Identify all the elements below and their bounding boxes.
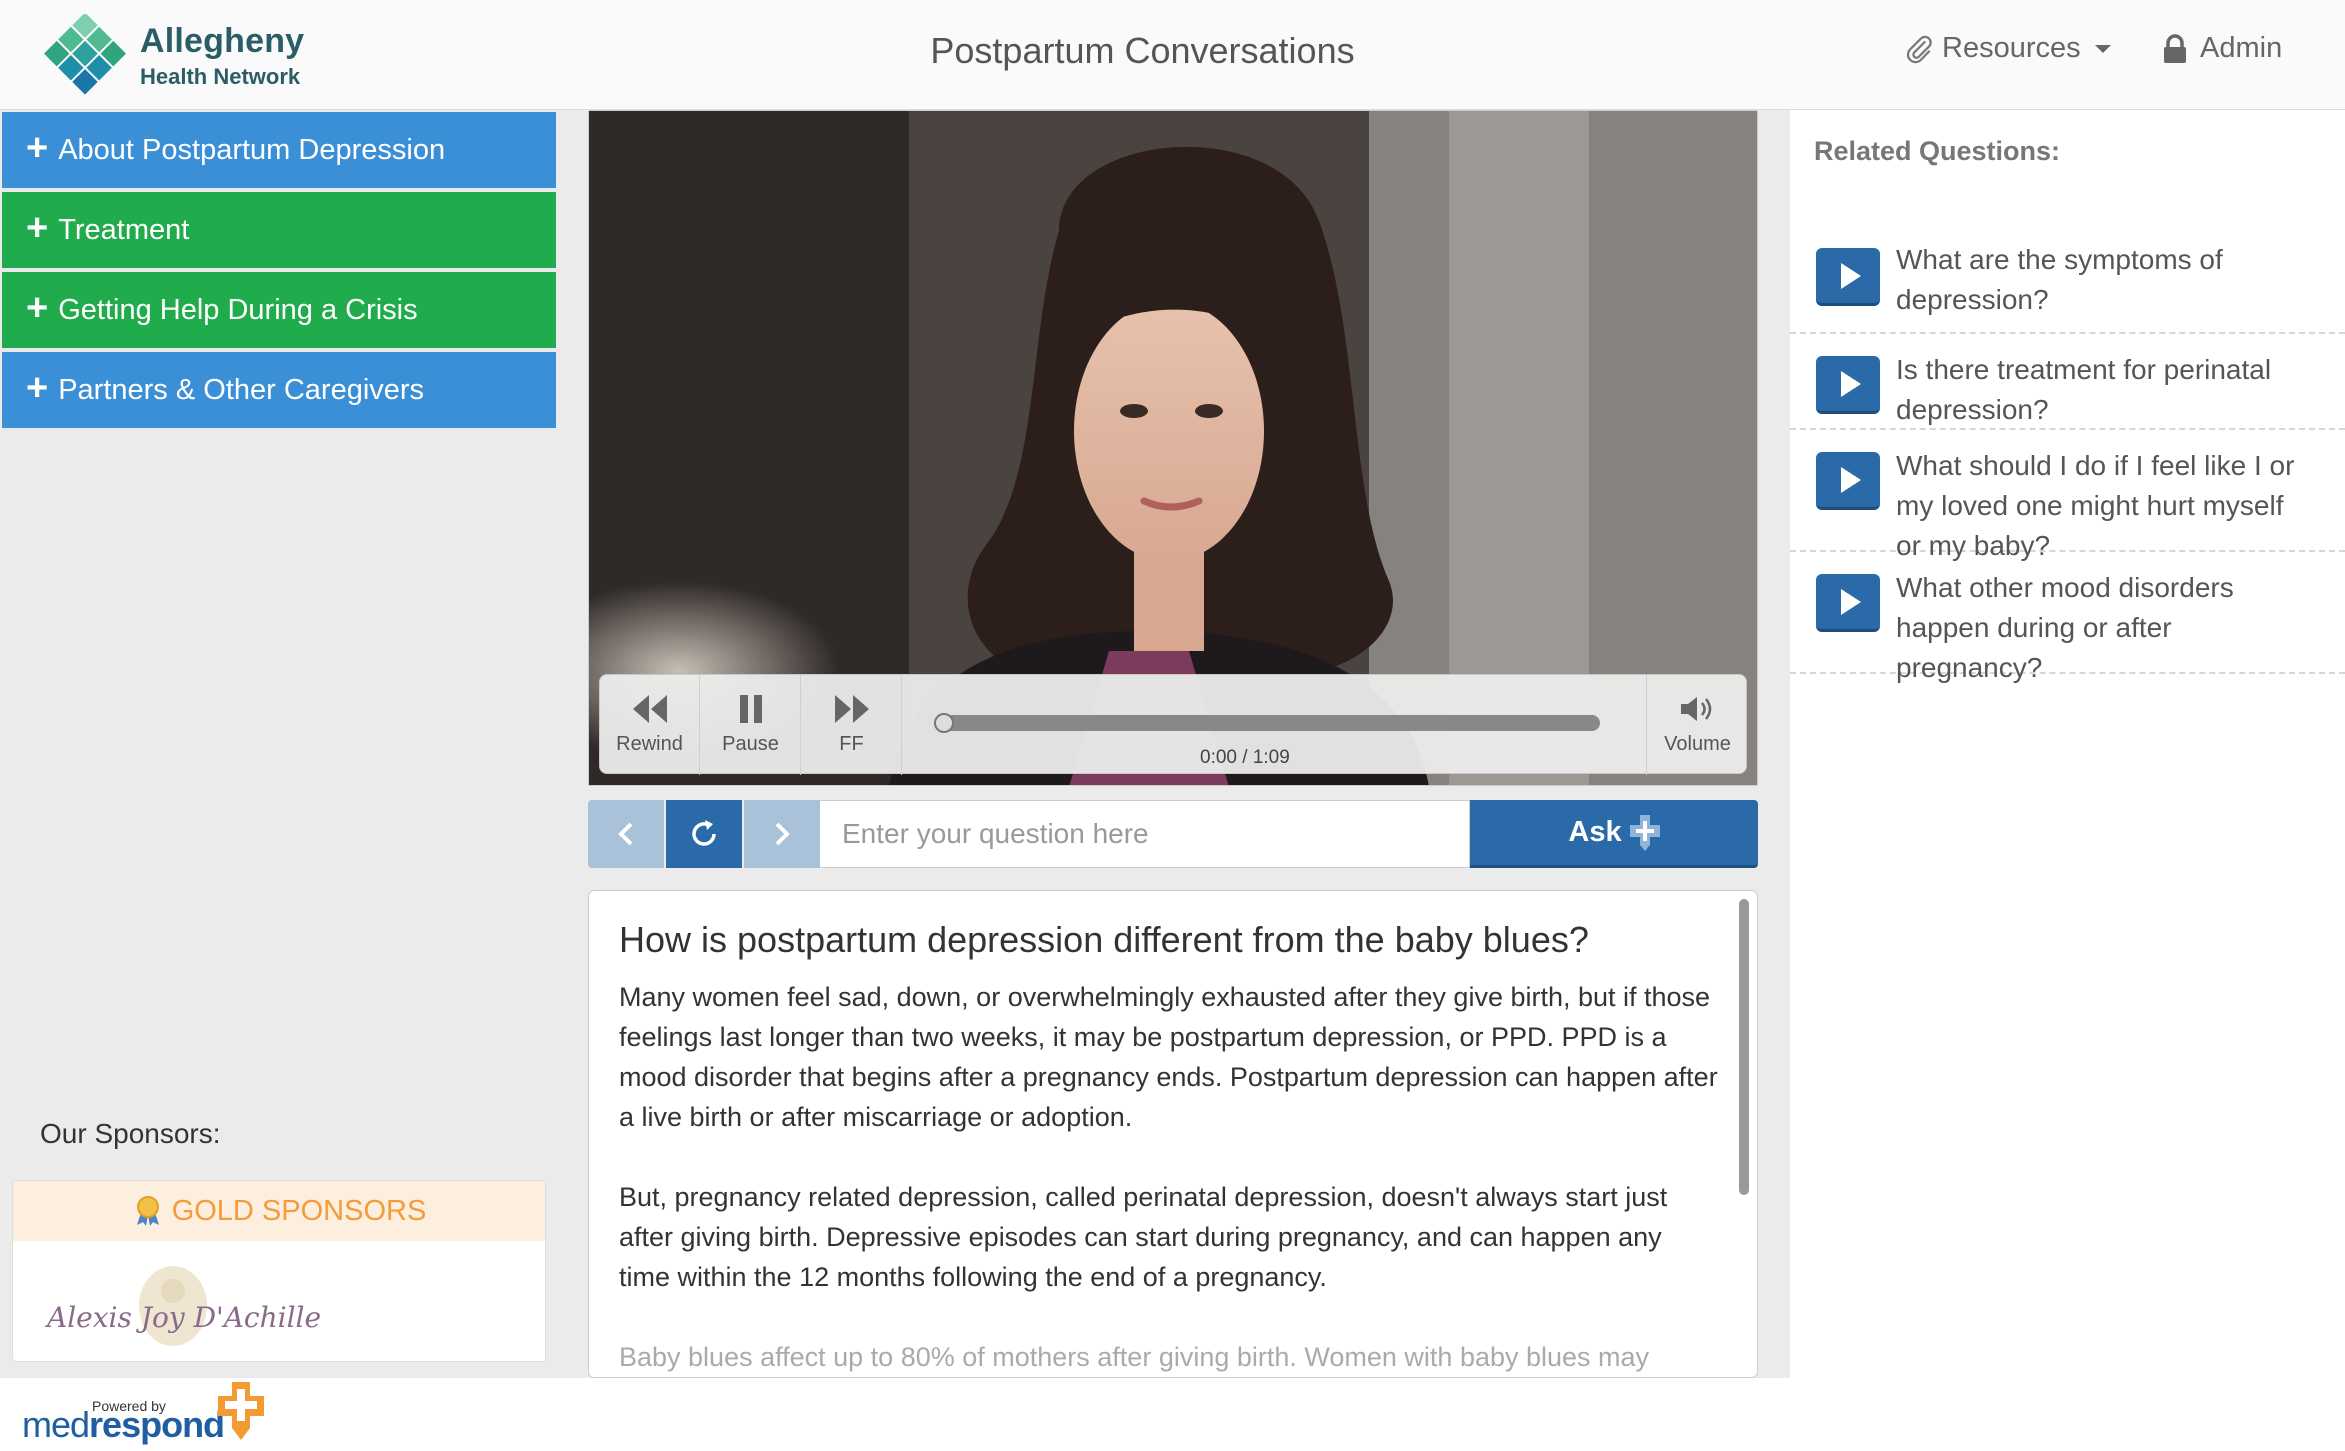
award-ribbon-icon — [136, 1196, 159, 1226]
fast-forward-button[interactable]: FF — [802, 675, 902, 775]
answer-question: How is postpartum depression different f… — [619, 919, 1589, 960]
progress-knob[interactable] — [934, 713, 954, 733]
sidebar-item-treatment[interactable]: + Treatment — [2, 192, 556, 270]
plus-icon: + — [26, 207, 49, 249]
related-question-label: What are the symptoms of depression? — [1896, 244, 2223, 315]
plus-icon: + — [26, 127, 49, 169]
related-question-label: What other mood disorders happen during … — [1896, 572, 2234, 683]
video-player[interactable]: Rewind Pause FF 0:00 / 1:09 Volume — [588, 110, 1758, 786]
answer-paragraph: Baby blues affect up to 80% of mothers a… — [619, 1342, 1650, 1372]
topic-sidebar: + About Postpartum Depression + Treatmen… — [0, 110, 556, 1378]
sponsor-logo[interactable]: Alexis Joy D'Achille — [33, 1261, 321, 1351]
resources-dropdown[interactable]: Resources — [1904, 32, 2111, 65]
sponsor-name: Alexis Joy D'Achille — [47, 1301, 322, 1334]
pause-label: Pause — [722, 732, 779, 755]
chevron-right-icon — [775, 822, 790, 846]
sidebar-item-label: Getting Help During a Crisis — [58, 293, 418, 326]
volume-button[interactable]: Volume — [1646, 675, 1748, 775]
volume-label: Volume — [1664, 732, 1731, 755]
progress-bar[interactable] — [934, 713, 1600, 733]
refresh-icon — [692, 820, 716, 846]
replay-button[interactable] — [666, 800, 742, 868]
play-icon[interactable] — [1816, 356, 1880, 414]
resources-label: Resources — [1942, 32, 2081, 64]
player-controls: Rewind Pause FF 0:00 / 1:09 Volume — [599, 674, 1748, 775]
ask-button[interactable]: Ask — [1470, 800, 1758, 868]
related-questions-title: Related Questions: — [1814, 136, 2061, 166]
sponsor-box: GOLD SPONSORS Alexis Joy D'Achille — [12, 1180, 546, 1362]
ask-label: Ask — [1568, 816, 1622, 848]
lock-icon — [2164, 33, 2186, 63]
fast-forward-label: FF — [839, 732, 864, 755]
plus-icon: + — [26, 287, 49, 329]
time-display: 0:00 / 1:09 — [1200, 747, 1290, 768]
medrespond-cross-icon — [218, 1382, 264, 1440]
app-header: Allegheny Health Network Postpartum Conv… — [0, 0, 2345, 110]
related-question-item[interactable]: Is there treatment for perinatal depress… — [1790, 336, 2345, 430]
next-button[interactable] — [744, 800, 820, 868]
related-question-item[interactable]: What should I do if I feel like I or my … — [1790, 432, 2345, 561]
play-icon[interactable] — [1816, 574, 1880, 632]
sponsor-tier-label: GOLD SPONSORS — [171, 1194, 427, 1227]
question-input[interactable] — [820, 800, 1470, 868]
pause-button[interactable]: Pause — [701, 675, 801, 775]
sidebar-item-about-ppd[interactable]: + About Postpartum Depression — [2, 112, 556, 190]
sponsors-heading: Our Sponsors: — [40, 1118, 221, 1149]
pause-icon — [739, 694, 762, 723]
rewind-button[interactable]: Rewind — [600, 675, 700, 775]
previous-button[interactable] — [588, 800, 664, 868]
speaker-icon — [1680, 696, 1711, 721]
sidebar-item-partners[interactable]: + Partners & Other Caregivers — [2, 352, 556, 430]
chevron-down-icon — [2094, 44, 2111, 53]
answer-paragraph: But, pregnancy related depression, calle… — [619, 1182, 1668, 1292]
related-question-item[interactable]: What other mood disorders happen during … — [1790, 554, 2345, 683]
admin-link[interactable]: Admin — [2162, 32, 2282, 65]
play-icon[interactable] — [1816, 248, 1880, 306]
related-question-label: What should I do if I feel like I or my … — [1896, 450, 2295, 561]
sidebar-item-crisis-help[interactable]: + Getting Help During a Crisis — [2, 272, 556, 350]
rewind-label: Rewind — [616, 732, 683, 755]
footer: Powered by medrespond — [0, 1378, 2345, 1451]
sponsor-tier-header: GOLD SPONSORS — [13, 1181, 545, 1241]
fast-forward-icon — [834, 694, 869, 723]
sidebar-item-label: About Postpartum Depression — [58, 133, 446, 166]
paperclip-icon — [1906, 35, 1932, 63]
brand-name: medrespond — [22, 1404, 225, 1445]
answer-panel: How is postpartum depression different f… — [588, 890, 1758, 1378]
medical-cross-icon — [1629, 814, 1660, 851]
play-icon[interactable] — [1816, 452, 1880, 510]
related-question-label: Is there treatment for perinatal depress… — [1896, 354, 2272, 425]
answer-scrollbar[interactable] — [1739, 899, 1749, 1195]
sidebar-item-label: Partners & Other Caregivers — [58, 373, 425, 406]
related-question-item[interactable]: What are the symptoms of depression? — [1790, 220, 2345, 334]
related-questions-panel: Related Questions: What are the symptoms… — [1790, 110, 2345, 1378]
ask-bar: Ask — [588, 800, 1758, 868]
chevron-left-icon — [618, 822, 633, 846]
admin-label: Admin — [2200, 32, 2283, 64]
answer-paragraph: Many women feel sad, down, or overwhelmi… — [619, 982, 1718, 1132]
sidebar-item-label: Treatment — [58, 213, 190, 246]
rewind-icon — [632, 694, 667, 723]
plus-icon: + — [26, 367, 49, 409]
